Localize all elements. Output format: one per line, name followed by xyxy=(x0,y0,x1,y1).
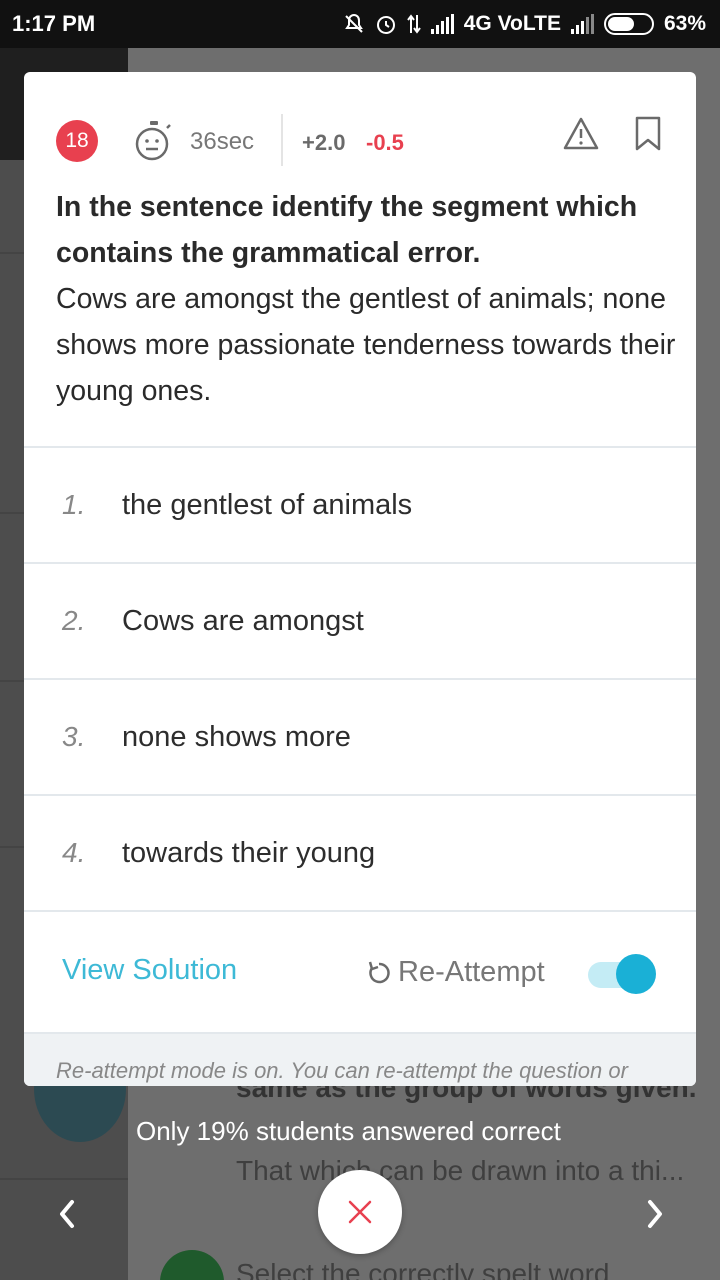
option-2[interactable]: 2. Cows are amongst xyxy=(24,562,696,678)
question-prompt: In the sentence identify the segment whi… xyxy=(56,191,638,269)
battery-percent: 63% xyxy=(663,12,706,35)
question-card: 18 36sec +2.0 -0.5 In the sentence ident… xyxy=(24,72,696,1086)
question-text: In the sentence identify the segment whi… xyxy=(56,184,676,414)
signal-icon-2 xyxy=(570,14,594,34)
background-text: Select the correctly spelt word xyxy=(236,1258,610,1280)
reattempt-button[interactable]: Re-Attempt xyxy=(366,956,545,989)
status-bar: 1:17 PM 4G VoLTE 63% xyxy=(0,0,720,48)
info-bar: Re-attempt mode is on. You can re-attemp… xyxy=(24,1032,696,1086)
data-transfer-icon xyxy=(406,14,421,34)
option-3[interactable]: 3. none shows more xyxy=(24,678,696,794)
option-number: 1. xyxy=(62,489,86,520)
positive-marks: +2.0 xyxy=(302,130,346,155)
background-divider xyxy=(0,1178,128,1180)
undo-icon xyxy=(368,961,390,983)
option-1[interactable]: 1. the gentlest of animals xyxy=(24,446,696,562)
option-number: 3. xyxy=(62,721,86,752)
reattempt-info-text: Re-attempt mode is on. You can re-attemp… xyxy=(56,1058,628,1083)
close-icon xyxy=(348,1200,372,1224)
option-number: 2. xyxy=(62,605,86,636)
option-number: 4. xyxy=(62,837,86,868)
battery-icon xyxy=(603,13,654,35)
view-solution-button[interactable]: View Solution xyxy=(62,954,237,987)
chevron-left-icon[interactable] xyxy=(48,1192,88,1236)
chevron-right-icon[interactable] xyxy=(634,1192,674,1236)
reattempt-toggle[interactable] xyxy=(588,954,656,994)
option-text: towards their young xyxy=(122,836,376,869)
timer-text: 36sec xyxy=(190,128,255,155)
timer-icon xyxy=(135,121,171,161)
option-4[interactable]: 4. towards their young xyxy=(24,794,696,910)
alarm-icon xyxy=(376,16,395,34)
option-text: none shows more xyxy=(122,720,351,753)
bookmark-icon[interactable] xyxy=(634,116,662,152)
status-time: 1:17 PM xyxy=(12,11,96,36)
network-label: 4G VoLTE xyxy=(463,12,561,35)
mute-bell-icon xyxy=(344,13,363,33)
options-list: 1. the gentlest of animals 2. Cows are a… xyxy=(24,446,696,910)
action-row: View Solution Re-Attempt xyxy=(24,910,696,1032)
warning-icon[interactable] xyxy=(562,116,600,152)
status-icons: 4G VoLTE 63% xyxy=(343,12,706,36)
option-text: Cows are amongst xyxy=(122,604,364,637)
question-number-badge: 18 xyxy=(56,120,98,162)
answer-stats: Only 19% students answered correct xyxy=(136,1116,561,1146)
toggle-knob xyxy=(616,954,656,994)
close-button[interactable] xyxy=(318,1170,402,1254)
background-text: That which can be drawn into a thi... xyxy=(236,1155,685,1186)
option-text: the gentlest of animals xyxy=(122,488,413,521)
negative-marks: -0.5 xyxy=(366,130,404,155)
reattempt-label: Re-Attempt xyxy=(398,956,545,988)
question-sentence: Cows are amongst the gentlest of animals… xyxy=(56,283,676,407)
header-divider xyxy=(281,114,283,166)
signal-icon xyxy=(430,14,454,34)
